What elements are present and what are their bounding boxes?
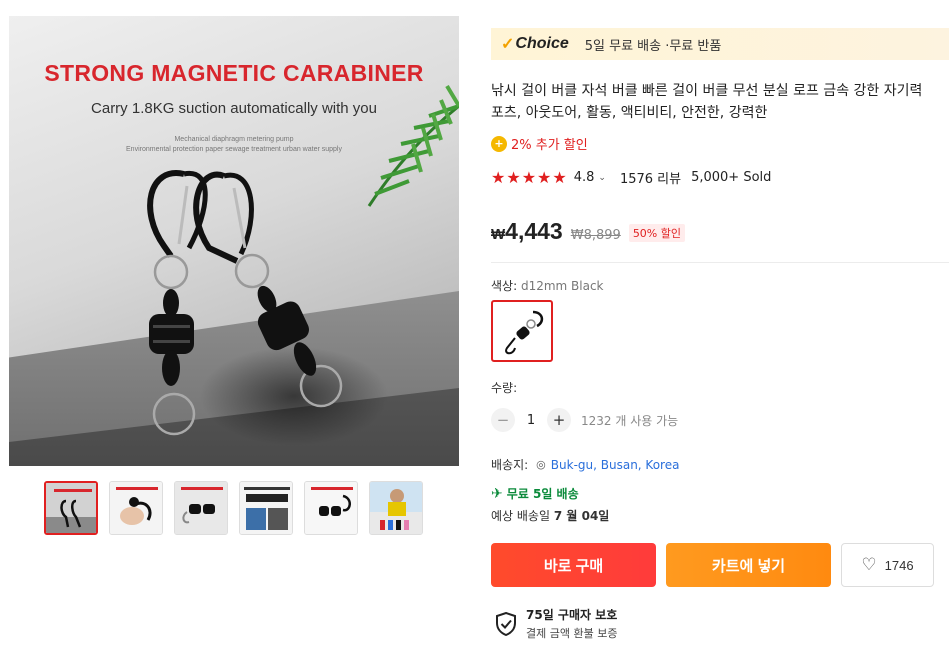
current-price: ₩4,443 bbox=[491, 218, 563, 245]
extra-discount-text: 2% 추가 할인 bbox=[511, 138, 588, 153]
quantity-available: 1232 개 사용 가능 bbox=[581, 413, 679, 428]
buyer-protection-title: 75일 구매자 보호 bbox=[526, 608, 618, 622]
choice-shipping-text: 5일 무료 배송 ·무료 반품 bbox=[584, 38, 722, 54]
sold-count: 5,000+ Sold bbox=[691, 170, 772, 185]
ship-to-label: 배송지: bbox=[491, 458, 529, 472]
original-price: ₩8,899 bbox=[570, 228, 621, 243]
product-title: 낚시 걸이 버클 자석 버클 빠른 걸이 버클 무선 분실 로프 금속 강한 자… bbox=[491, 83, 923, 121]
divider bbox=[491, 262, 949, 263]
thumbnail-5[interactable] bbox=[304, 481, 358, 535]
discount-badge: 50% 할인 bbox=[628, 224, 685, 242]
free-shipping-row: ✈ 무료 5일 배송 bbox=[491, 485, 579, 502]
buyer-protection-text: 75일 구매자 보호 결제 금액 환불 보증 bbox=[526, 606, 617, 641]
shield-check-icon bbox=[496, 611, 516, 636]
extra-discount-badge[interactable]: + 2% 추가 할인 bbox=[491, 134, 588, 153]
palm-leaf-decoration bbox=[367, 84, 459, 207]
thumbnail-6[interactable] bbox=[369, 481, 423, 535]
delivery-estimate: 예상 배송일 7 월 04일 bbox=[491, 507, 609, 524]
price-row: ₩4,443 ₩8,899 50% 할인 bbox=[491, 218, 685, 245]
main-product-image[interactable]: STRONG MAGNETIC CARABINER Carry 1.8KG su… bbox=[9, 16, 459, 466]
variant-label-text: 색상: bbox=[491, 279, 521, 293]
rating-stars: ★★★★★ bbox=[491, 168, 568, 187]
reviews-link[interactable]: 1576 리뷰 bbox=[620, 168, 681, 187]
choice-logo-text: Choice bbox=[515, 35, 569, 52]
quantity-stepper: − 1 + 1232 개 사용 가능 bbox=[491, 408, 678, 432]
buy-now-button[interactable]: 바로 구매 bbox=[491, 543, 656, 587]
wishlist-button[interactable]: ♡ 1746 bbox=[841, 543, 934, 587]
airplane-icon: ✈ bbox=[491, 485, 503, 502]
free-shipping-text: 무료 5일 배송 bbox=[506, 487, 579, 501]
wishlist-count: 1746 bbox=[884, 557, 914, 573]
location-pin-icon: ◎ bbox=[536, 458, 546, 471]
carabiner-illustration bbox=[147, 84, 459, 436]
buyer-protection[interactable]: 75일 구매자 보호 결제 금액 환불 보증 bbox=[495, 606, 617, 641]
ship-to-row: 배송지: ◎ Buk-gu, Busan, Korea bbox=[491, 456, 679, 473]
swatch-carabiner-image bbox=[505, 310, 544, 355]
quantity-plus-button[interactable]: + bbox=[547, 408, 571, 432]
buyer-protection-subtitle: 결제 금액 환불 보증 bbox=[526, 627, 618, 640]
variant-swatch-d12mm-black[interactable] bbox=[491, 300, 553, 362]
choice-banner[interactable]: ✓ Choice 5일 무료 배송 ·무료 반품 bbox=[491, 28, 949, 60]
checkmark-icon: ✓ bbox=[501, 36, 515, 53]
right-magnet bbox=[257, 285, 317, 376]
delivery-estimate-prefix: 예상 배송일 bbox=[491, 509, 554, 523]
rating-row: ★★★★★ 4.8 ⌄ 1576 리뷰 5,000+ Sold bbox=[491, 168, 771, 187]
ship-to-location-link[interactable]: Buk-gu, Busan, Korea bbox=[551, 458, 680, 472]
thumbnail-2[interactable] bbox=[109, 481, 163, 535]
left-magnet bbox=[149, 289, 194, 386]
quantity-value[interactable]: 1 bbox=[515, 413, 547, 428]
rating-score[interactable]: 4.8 bbox=[574, 170, 595, 185]
chevron-down-icon[interactable]: ⌄ bbox=[598, 173, 606, 183]
thumbnail-1[interactable] bbox=[44, 481, 98, 535]
add-to-cart-button[interactable]: 카트에 넣기 bbox=[666, 543, 831, 587]
quantity-minus-button[interactable]: − bbox=[491, 408, 515, 432]
delivery-estimate-date: 7 월 04일 bbox=[553, 509, 610, 523]
price-value: 4,443 bbox=[505, 218, 563, 244]
variant-label: 색상: d12mm Black bbox=[491, 277, 604, 294]
choice-logo: ✓ Choice bbox=[501, 34, 569, 54]
heart-icon: ♡ bbox=[861, 555, 877, 574]
coin-icon: + bbox=[491, 135, 507, 152]
thumbnail-strip bbox=[44, 481, 423, 535]
thumbnail-4[interactable] bbox=[239, 481, 293, 535]
thumbnail-3[interactable] bbox=[174, 481, 228, 535]
quantity-label: 수량: bbox=[491, 381, 518, 395]
currency-symbol: ₩ bbox=[491, 226, 506, 243]
variant-value: d12mm Black bbox=[520, 279, 604, 293]
